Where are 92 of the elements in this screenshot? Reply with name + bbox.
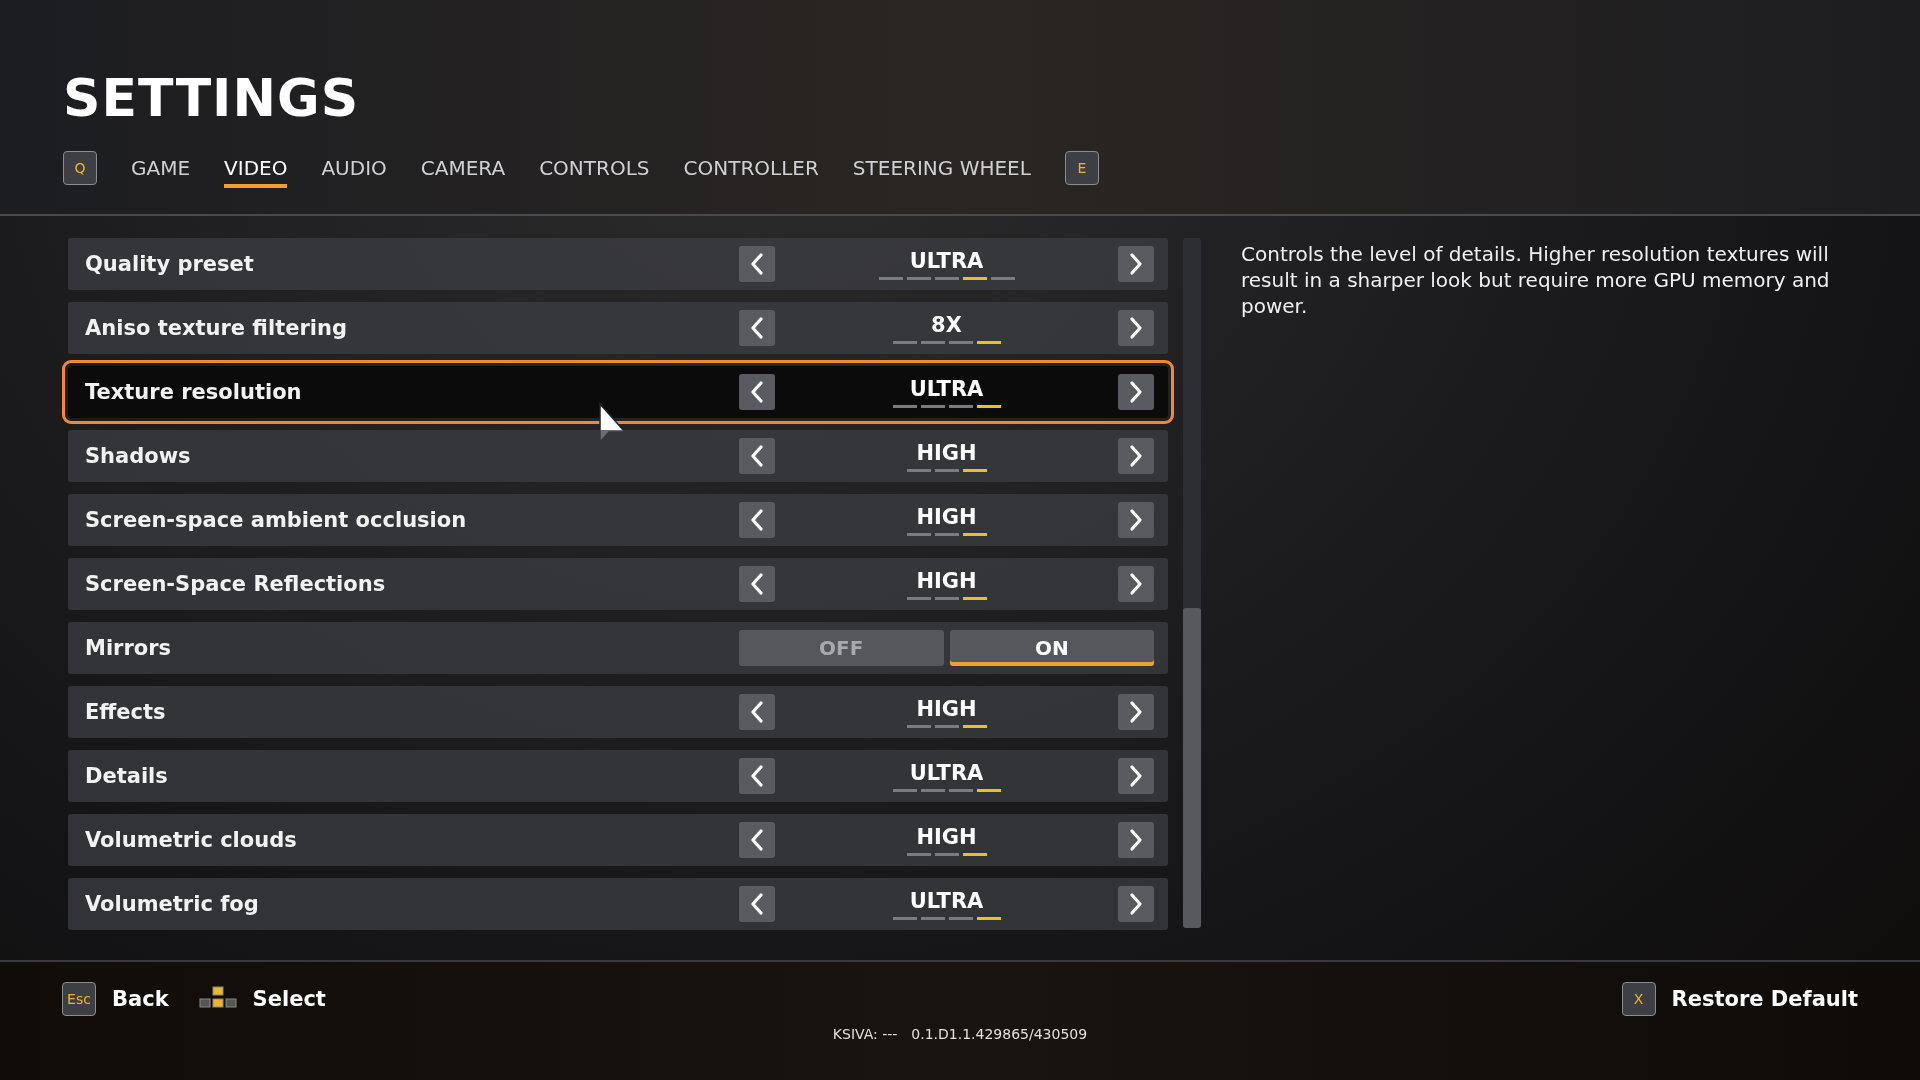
restore-default-label[interactable]: Restore Default [1671, 987, 1858, 1011]
setting-value: ULTRA [909, 760, 984, 785]
next-button[interactable] [1118, 374, 1154, 410]
chevron-right-icon [1129, 253, 1143, 275]
chevron-left-icon [750, 317, 764, 339]
version-number: 0.1.D1.1.429865/430509 [911, 1026, 1088, 1042]
chevron-left-icon [750, 445, 764, 467]
setting-label: Quality preset [85, 252, 255, 276]
toggle-option[interactable]: ON [949, 630, 1154, 666]
next-button[interactable] [1118, 566, 1154, 602]
chevron-left-icon [750, 893, 764, 915]
setting-row[interactable]: Volumetric fog ULTRA [68, 878, 1168, 930]
key-hint: Esc [62, 982, 96, 1016]
next-button[interactable] [1118, 246, 1154, 282]
chevron-right-icon [1129, 765, 1143, 787]
next-button[interactable] [1118, 822, 1154, 858]
chevron-right-icon [1129, 317, 1143, 339]
tab[interactable]: CAMERA [420, 156, 506, 188]
previous-button[interactable] [739, 822, 775, 858]
previous-button[interactable] [739, 566, 775, 602]
key-hint: E [1064, 151, 1099, 185]
chevron-right-icon [1129, 381, 1143, 403]
chevron-left-icon [750, 381, 764, 403]
chevron-left-icon [750, 765, 764, 787]
setting-value: HIGH [916, 824, 977, 849]
key-hint: Q [63, 151, 97, 185]
next-button[interactable] [1118, 310, 1154, 346]
setting-label: Mirrors [85, 636, 173, 660]
setting-label: Texture resolution [85, 380, 303, 404]
setting-value: ULTRA [909, 376, 984, 401]
next-button[interactable] [1118, 886, 1154, 922]
previous-button[interactable] [739, 886, 775, 922]
tab[interactable]: CONTROLS [539, 156, 650, 188]
previous-button[interactable] [739, 694, 775, 730]
scrollbar[interactable] [1183, 238, 1201, 928]
tab[interactable]: VIDEO [224, 156, 288, 188]
select-label[interactable]: Select [252, 987, 326, 1011]
tab[interactable]: CONTROLLER [683, 156, 819, 188]
setting-row[interactable]: Mirrors OFF ON [68, 622, 1168, 674]
setting-value: ULTRA [909, 888, 984, 913]
scrollbar-thumb[interactable] [1183, 608, 1201, 928]
setting-value: 8X [931, 312, 962, 337]
next-button[interactable] [1118, 438, 1154, 474]
setting-label: Aniso texture filtering [85, 316, 348, 340]
setting-label: Shadows [85, 444, 192, 468]
setting-row[interactable]: Quality preset ULTRA [68, 238, 1168, 290]
chevron-right-icon [1129, 445, 1143, 467]
previous-button[interactable] [739, 310, 775, 346]
chevron-left-icon [750, 253, 764, 275]
setting-row[interactable]: Effects HIGH [68, 686, 1168, 738]
setting-label: Volumetric clouds [85, 828, 298, 852]
setting-value: HIGH [916, 696, 977, 721]
chevron-right-icon [1129, 573, 1143, 595]
key-hint: X [1621, 982, 1656, 1016]
tab[interactable]: STEERING WHEEL [852, 156, 1031, 188]
setting-value: HIGH [916, 568, 977, 593]
chevron-right-icon [1129, 893, 1143, 915]
setting-row[interactable]: Screen-Space Reflections HIGH [68, 558, 1168, 610]
previous-button[interactable] [739, 438, 775, 474]
setting-value: ULTRA [909, 248, 984, 273]
next-button[interactable] [1118, 694, 1154, 730]
setting-label: Details [85, 764, 169, 788]
previous-button[interactable] [739, 502, 775, 538]
previous-button[interactable] [739, 246, 775, 282]
setting-row[interactable]: Aniso texture filtering 8X [68, 302, 1168, 354]
chevron-left-icon [750, 509, 764, 531]
tab[interactable]: AUDIO [321, 156, 387, 188]
version-label: KSIVA: --- [832, 1026, 898, 1042]
setting-label: Screen-Space Reflections [85, 572, 387, 596]
next-button[interactable] [1118, 502, 1154, 538]
chevron-right-icon [1129, 701, 1143, 723]
setting-label: Volumetric fog [85, 892, 260, 916]
setting-row[interactable]: Volumetric clouds HIGH [68, 814, 1168, 866]
setting-description: Controls the level of details. Higher resolution textures will result in a sharper look but require more GPU memory and power. [1241, 241, 1831, 319]
setting-value: HIGH [916, 440, 977, 465]
chevron-left-icon [750, 829, 764, 851]
setting-row[interactable]: Screen-space ambient occlusion HIGH [68, 494, 1168, 546]
setting-row[interactable]: Shadows HIGH [68, 430, 1168, 482]
next-button[interactable] [1118, 758, 1154, 794]
setting-row[interactable]: Details ULTRA [68, 750, 1168, 802]
back-label[interactable]: Back [112, 987, 169, 1011]
chevron-right-icon [1129, 829, 1143, 851]
setting-label: Effects [85, 700, 167, 724]
setting-value: HIGH [916, 504, 977, 529]
previous-button[interactable] [739, 758, 775, 794]
chevron-right-icon [1129, 509, 1143, 531]
setting-label: Screen-space ambient occlusion [85, 508, 468, 532]
chevron-left-icon [750, 573, 764, 595]
page-title: SETTINGS [63, 68, 360, 128]
tab[interactable]: GAME [131, 156, 191, 188]
previous-button[interactable] [739, 374, 775, 410]
chevron-left-icon [750, 701, 764, 723]
